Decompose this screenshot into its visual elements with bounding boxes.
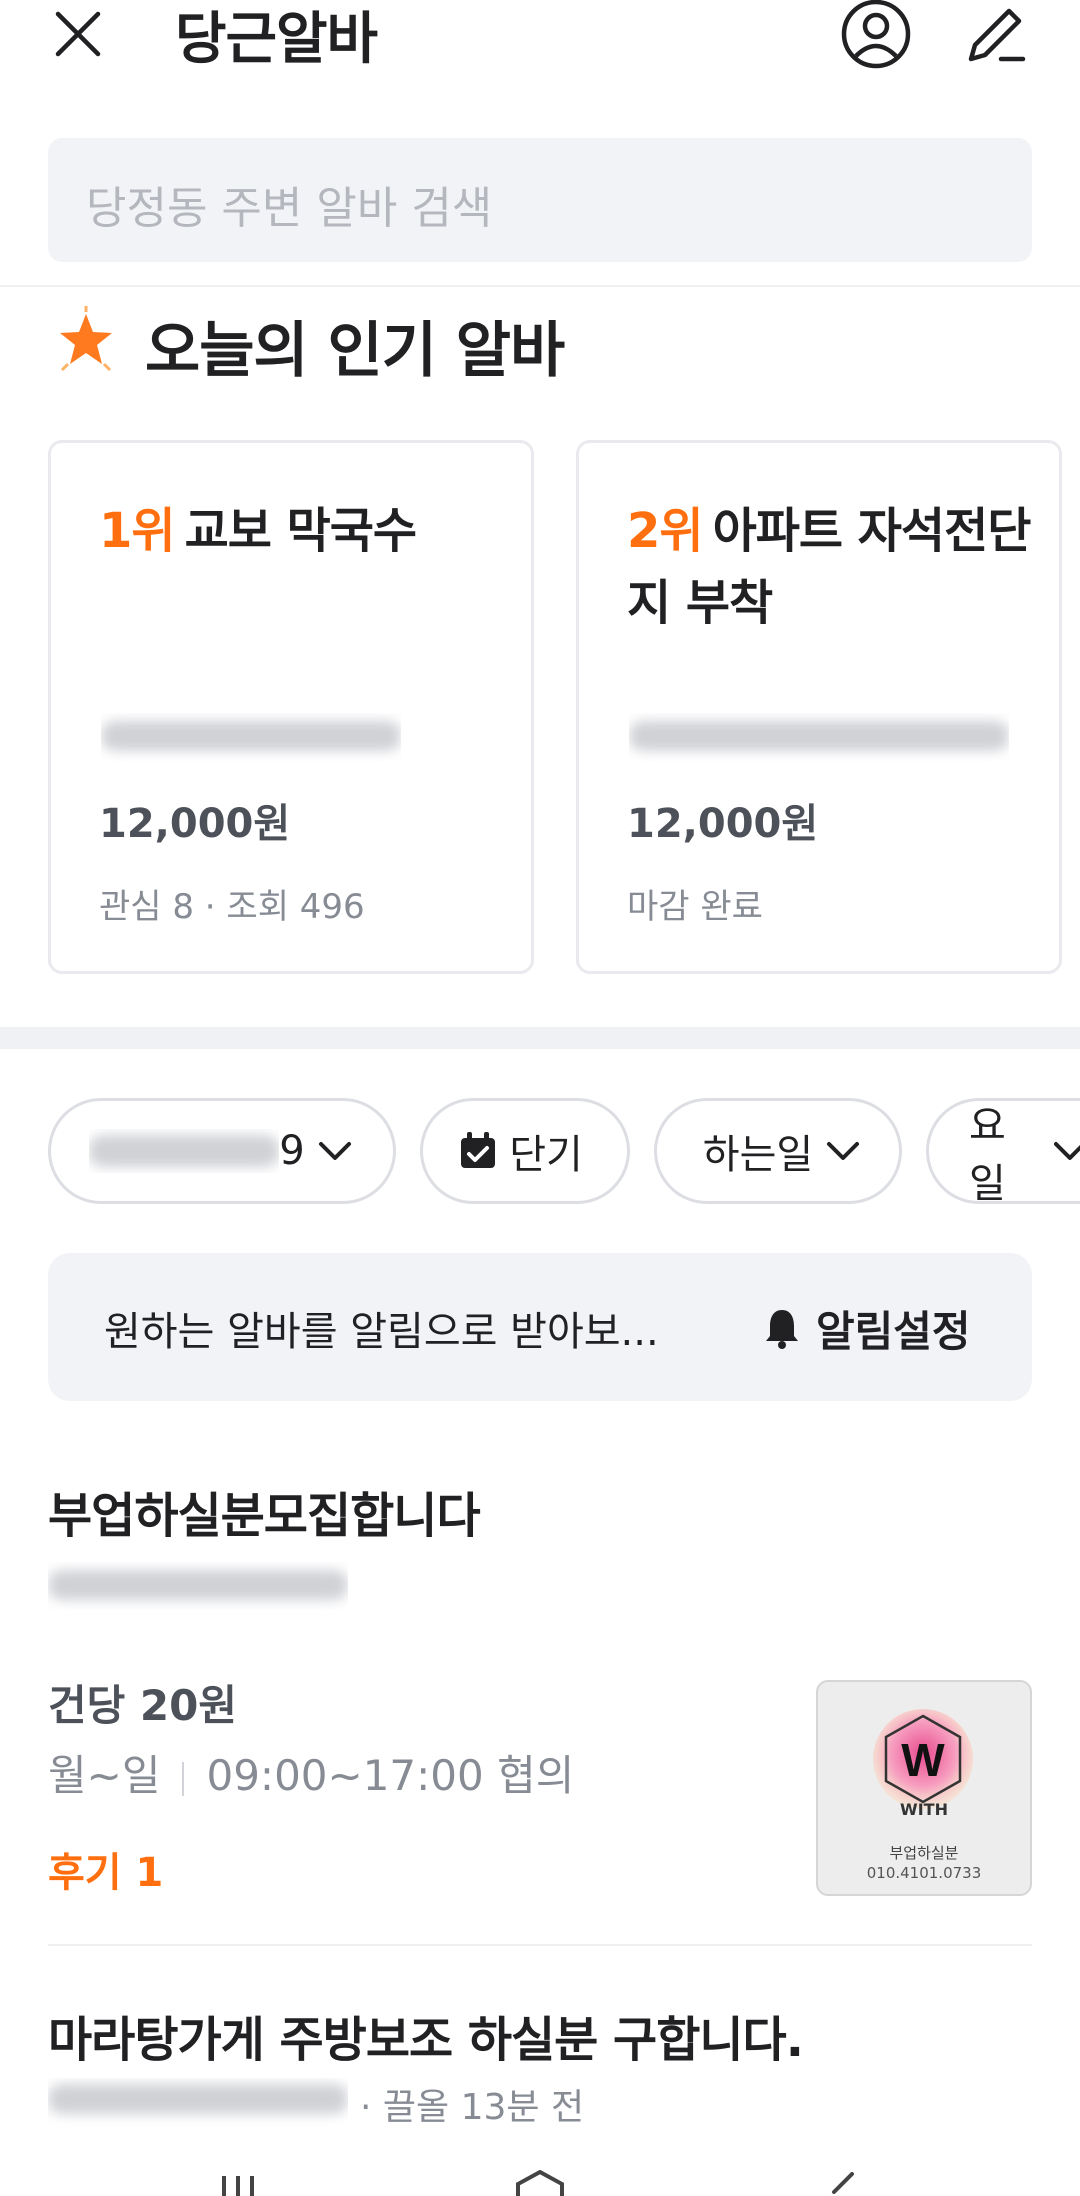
- listing-meta: · 끌올 13분 전: [360, 2087, 585, 2128]
- rank-label: 1위: [99, 503, 176, 559]
- listing-days: 월~일: [48, 1751, 161, 1800]
- chevron-down-icon: [827, 1142, 860, 1160]
- pencil-icon: [968, 8, 1026, 62]
- schedule-separator: [182, 1761, 185, 1796]
- thumb-subtitle: 부업하실분: [889, 1844, 959, 1862]
- search-placeholder: 당정동 주변 알바 검색: [86, 183, 493, 234]
- blurred-listing-meta: [48, 1562, 348, 1614]
- listing-hours: 09:00~17:00 협의: [206, 1751, 575, 1800]
- app-header: 당근알바: [0, 0, 1080, 120]
- popular-card-2[interactable]: 2위 아파트 자석전단지 부착 12,000원 마감 완료: [576, 440, 1062, 974]
- card-price: 12,000원: [627, 801, 819, 847]
- profile-icon: [841, 0, 911, 69]
- popular-section-title: 오늘의 인기 알바: [145, 316, 565, 386]
- chevron-down-icon: [318, 1142, 351, 1160]
- card-meta: 마감 완료: [627, 887, 763, 927]
- card-price: 12,000원: [99, 801, 291, 847]
- day-filter-chip[interactable]: 요일: [926, 1098, 1080, 1207]
- list-divider: [48, 1944, 1032, 1946]
- card-title: 2위 아파트 자석전단지 부착: [627, 495, 1037, 639]
- bottom-nav: [0, 2170, 1080, 2196]
- job-type-chip[interactable]: 하는일: [654, 1098, 902, 1204]
- star-icon: [52, 306, 120, 374]
- chip-label: 단기: [509, 1132, 583, 1178]
- card-name: 교보 막국수: [184, 503, 418, 559]
- card-meta: 관심 8 · 조회 496: [99, 887, 365, 927]
- listing-schedule: 월~일 09:00~17:00 협의: [48, 1742, 574, 1803]
- with-logo-icon: W: [868, 1704, 978, 1814]
- back-icon[interactable]: [826, 2172, 856, 2196]
- card-title: 1위 교보 막국수: [99, 495, 509, 567]
- search-input[interactable]: 당정동 주변 알바 검색: [48, 138, 1032, 262]
- blurred-listing-meta: [48, 2078, 348, 2130]
- listing-pay: 건당 20원: [48, 1681, 237, 1730]
- popular-card-1[interactable]: 1위 교보 막국수 12,000원 관심 8 · 조회 496: [48, 440, 534, 974]
- thumb-phone: 010.4101.0733: [866, 1864, 982, 1882]
- calendar-check-icon: [461, 1132, 496, 1168]
- blurred-location: [629, 713, 1009, 761]
- listing-title[interactable]: 부업하실분모집합니다: [48, 1476, 481, 1546]
- page-title: 당근알바: [175, 7, 378, 72]
- close-icon: [55, 11, 101, 57]
- alert-settings-button[interactable]: 알림설정: [760, 1293, 971, 1363]
- alert-settings-label: 알림설정: [816, 1306, 971, 1356]
- job-alert-banner[interactable]: 원하는 알바를 알림으로 받아보... 알림설정: [48, 1253, 1032, 1401]
- short-term-chip[interactable]: 단기: [420, 1098, 630, 1204]
- chip-label: 하는일: [702, 1132, 814, 1178]
- logo-letter: W: [901, 1734, 945, 1786]
- chip-label: 요일: [969, 1103, 1006, 1207]
- blurred-location: [101, 713, 401, 761]
- bell-icon: [766, 1310, 798, 1349]
- listing-review-count[interactable]: 후기 1: [48, 1840, 163, 1898]
- listing-thumbnail[interactable]: W WITH 부업하실분 010.4101.0733: [816, 1680, 1032, 1896]
- thumb-brand: WITH: [900, 1800, 948, 1819]
- chip-label: 9: [279, 1128, 305, 1174]
- listing-title[interactable]: 마라탕가게 주방보조 하실분 구합니다.: [48, 2000, 804, 2070]
- write-button[interactable]: [954, 0, 1038, 76]
- alert-banner-text: 원하는 알바를 알림으로 받아보...: [104, 1309, 659, 1355]
- recents-icon[interactable]: [218, 2174, 258, 2196]
- location-filter-chip[interactable]: 9: [48, 1098, 396, 1204]
- close-button[interactable]: [38, 2, 118, 66]
- header-divider: [0, 285, 1080, 287]
- home-icon[interactable]: [512, 2170, 568, 2196]
- blurred-location-text: [89, 1135, 280, 1167]
- rank-label: 2위: [627, 503, 704, 559]
- section-divider: [0, 1027, 1080, 1049]
- chevron-down-icon: [1054, 1142, 1080, 1160]
- profile-button[interactable]: [834, 0, 918, 76]
